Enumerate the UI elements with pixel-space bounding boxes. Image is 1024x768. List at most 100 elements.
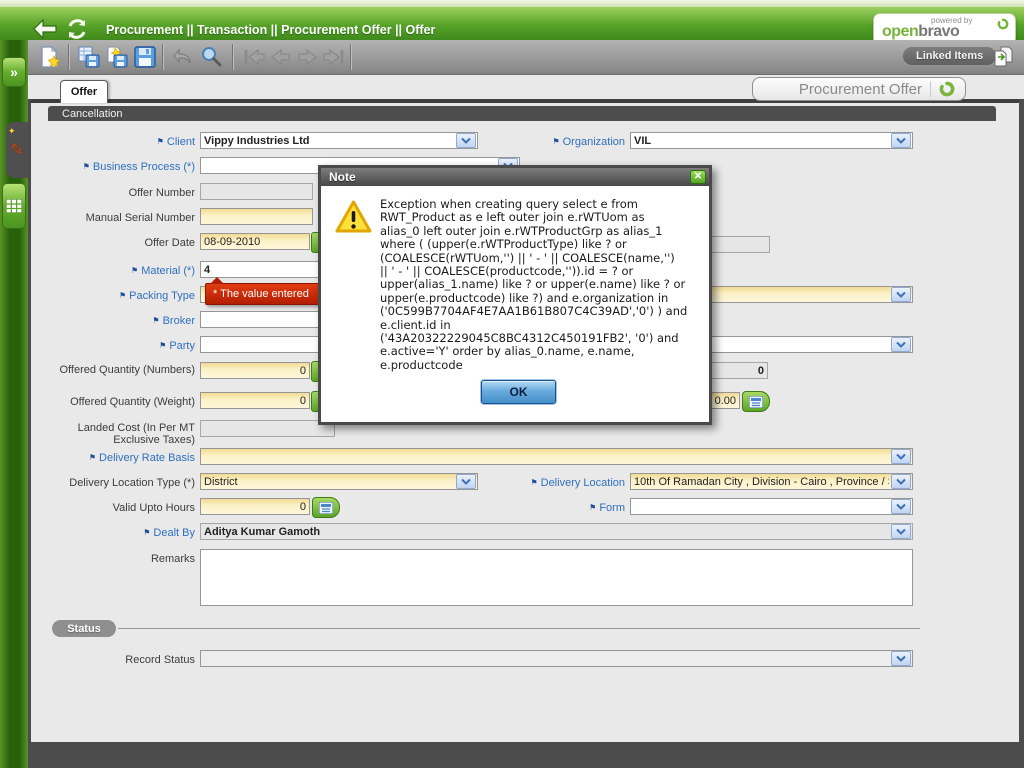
client-label: ⚑Client [40, 136, 195, 148]
new-record-button[interactable] [36, 45, 62, 69]
manual-serial-number-label: Manual Serial Number [40, 212, 195, 224]
delivery-rate-basis-select[interactable] [200, 448, 913, 465]
save-row-icon [78, 46, 100, 68]
ok-button[interactable]: OK [481, 380, 556, 404]
organization-select[interactable]: VIL [630, 132, 913, 149]
link-icon: ⚑ [83, 162, 90, 171]
chevron-down-icon[interactable] [891, 524, 911, 539]
organization-label: ⚑Organization [470, 136, 625, 148]
next-record-button[interactable] [294, 45, 320, 69]
breadcrumb: Procurement || Transaction || Procuremen… [106, 23, 435, 37]
offered-quantity-numbers-input[interactable]: 0 [200, 362, 310, 379]
link-icon: ⚑ [119, 291, 126, 300]
warning-icon [335, 200, 372, 239]
valid-upto-hours-input[interactable]: 0 [200, 498, 310, 515]
chevron-down-icon[interactable] [891, 337, 911, 352]
save-button[interactable] [132, 45, 158, 69]
title-divider [930, 81, 931, 97]
record-status-label: Record Status [40, 654, 195, 666]
content-frame-bottom [28, 742, 1024, 768]
first-record-button[interactable] [242, 45, 268, 69]
search-button[interactable] [198, 45, 224, 69]
edit-pencil-icon: ✎ [10, 140, 23, 160]
delivery-location-type-label: Delivery Location Type (*) [40, 477, 195, 489]
toolbar-separator [350, 44, 351, 70]
offer-date-label: Offer Date [40, 237, 195, 249]
previous-record-button[interactable] [268, 45, 294, 69]
calculator-icon[interactable] [742, 391, 770, 412]
expand-menu-button[interactable]: » [2, 57, 26, 87]
save-icon [134, 46, 156, 68]
chevron-down-icon[interactable] [891, 474, 911, 489]
chevron-down-icon[interactable] [891, 287, 911, 302]
chevron-down-icon[interactable] [891, 133, 911, 148]
manual-serial-number-input[interactable] [200, 208, 313, 225]
link-icon: ⚑ [143, 528, 150, 537]
form-view-tab[interactable]: ✎ ✦ [6, 122, 28, 178]
save-new-button[interactable] [104, 45, 130, 69]
dialog-title-bar[interactable]: Note [321, 168, 709, 186]
refresh-icon [66, 18, 88, 40]
new-record-icon [38, 46, 60, 68]
link-icon: ⚑ [131, 266, 138, 275]
back-arrow-icon [33, 19, 57, 39]
dealt-by-label: ⚑Dealt By [40, 527, 195, 539]
party-label: ⚑Party [40, 340, 195, 352]
material-label: ⚑Material (*) [40, 265, 195, 277]
delivery-location-label: ⚑Delivery Location [470, 477, 625, 489]
form-select[interactable] [630, 498, 913, 515]
top-edge-strip [0, 0, 1024, 7]
brand-open: open [882, 23, 918, 40]
window-title-tab: Procurement Offer [752, 77, 966, 101]
linked-items-button[interactable]: Linked Items [903, 47, 996, 65]
save-new-icon [106, 46, 128, 68]
offered-quantity-numbers-label: Offered Quantity (Numbers) [40, 364, 195, 376]
status-divider-line [118, 628, 920, 629]
section-status: Status [52, 620, 116, 637]
record-status-select[interactable] [200, 650, 913, 667]
broker-label: ⚑Broker [40, 315, 195, 327]
last-record-icon [321, 48, 345, 66]
chevron-down-icon[interactable] [891, 651, 911, 666]
client-select[interactable]: Vippy Industries Ltd [200, 132, 478, 149]
next-record-icon [296, 48, 318, 66]
offer-number-input [200, 183, 313, 200]
chevron-down-icon[interactable] [891, 449, 911, 464]
section-cancellation: Cancellation [48, 106, 996, 121]
window-title: Procurement Offer [799, 81, 922, 98]
toolbar-separator [68, 44, 69, 70]
save-row-button[interactable] [76, 45, 102, 69]
dialog-title: Note [329, 170, 356, 184]
calculator-icon[interactable] [312, 497, 340, 518]
undo-button[interactable] [170, 45, 196, 69]
grid-view-button[interactable] [2, 183, 26, 229]
delivery-location-type-select[interactable]: District [200, 473, 478, 490]
business-process-label: ⚑Business Process (*) [40, 161, 195, 173]
brand-bravo: bravo [918, 23, 959, 40]
openbravo-spiral-icon [939, 81, 955, 97]
offered-quantity-weight-label: Offered Quantity (Weight) [40, 396, 195, 408]
attachment-button[interactable] [991, 44, 1017, 68]
procurement-offer-window: Procurement || Transaction || Procuremen… [0, 0, 1024, 768]
chevron-down-icon[interactable] [891, 499, 911, 514]
back-button[interactable] [32, 16, 58, 42]
linked-documents-icon [992, 44, 1016, 68]
link-icon: ⚑ [152, 316, 159, 325]
sparkle-icon: ✦ [8, 126, 16, 137]
undo-icon [171, 47, 195, 67]
offer-date-input[interactable]: 08-09-2010 [200, 233, 310, 250]
landed-cost-label: Landed Cost (In Per MT Exclusive Taxes) [40, 422, 195, 446]
offered-quantity-weight-input[interactable]: 0 [200, 392, 310, 409]
dealt-by-select[interactable]: Aditya Kumar Gamoth [200, 523, 913, 540]
first-record-icon [243, 48, 267, 66]
link-icon: ⚑ [552, 137, 559, 146]
tab-offer[interactable]: Offer [60, 80, 108, 103]
content-frame-right [1019, 99, 1024, 742]
remarks-textarea[interactable] [200, 549, 913, 606]
refresh-button[interactable] [64, 16, 90, 42]
link-icon: ⚑ [530, 478, 537, 487]
last-record-button[interactable] [320, 45, 346, 69]
delivery-location-select[interactable]: 10th Of Ramadan City , Division - Cairo … [630, 473, 913, 490]
note-dialog: Note ✕ Exception when creating query sel… [318, 165, 712, 425]
dialog-close-button[interactable]: ✕ [690, 170, 706, 184]
